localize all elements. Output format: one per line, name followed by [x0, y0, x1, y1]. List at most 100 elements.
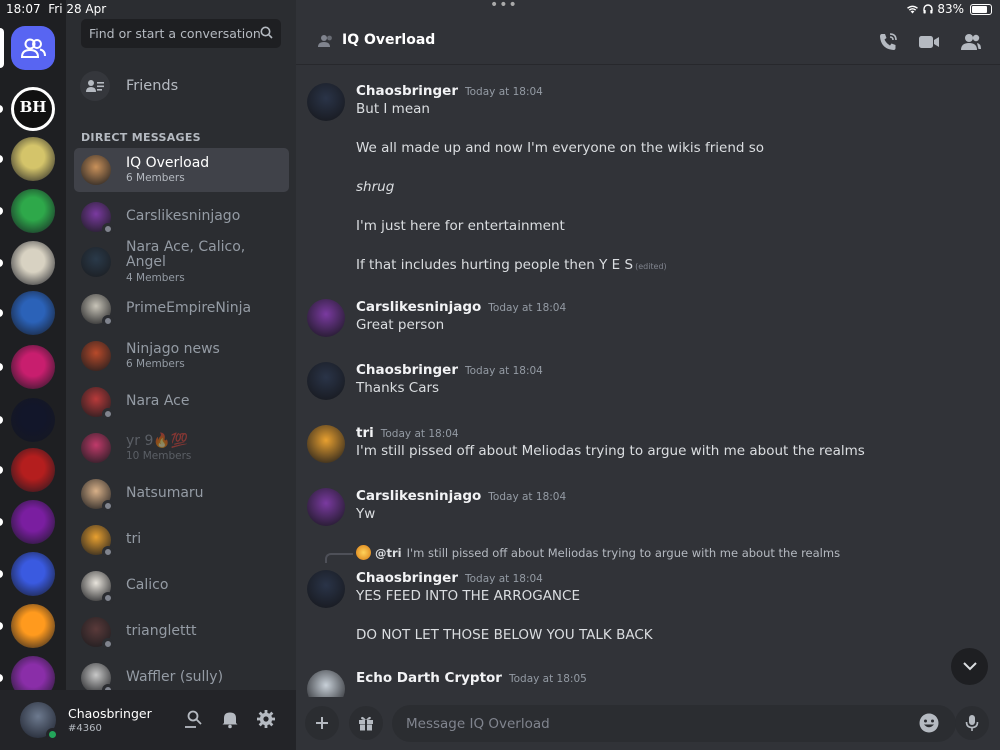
- message-input[interactable]: [392, 705, 956, 742]
- dm-avatar: [81, 617, 114, 650]
- author-name[interactable]: Chaosbringer: [356, 570, 458, 586]
- group-dm-icon: [318, 35, 332, 47]
- server-icon[interactable]: [11, 552, 55, 596]
- message-avatar[interactable]: [307, 362, 345, 400]
- author-name[interactable]: Echo Darth Cryptor: [356, 670, 502, 686]
- status-bar: 18:07 Fri 28 Apr ••• 83%: [0, 0, 1000, 20]
- dm-name: Carslikesninjago: [126, 208, 241, 225]
- message-author[interactable]: Chaosbringer Today at 18:04: [356, 570, 543, 586]
- server-rail: BH: [0, 0, 66, 750]
- user-search-icon[interactable]: [184, 709, 204, 729]
- author-name[interactable]: Carslikesninjago: [356, 488, 481, 504]
- dm-item[interactable]: Carslikesninjago: [74, 195, 289, 239]
- video-call-icon[interactable]: [918, 32, 940, 52]
- server-unread-pip: [0, 518, 3, 526]
- dm-name: Calico: [126, 577, 169, 594]
- dm-item[interactable]: tri: [74, 518, 289, 562]
- dm-text: yr 9🔥💯 10 Members: [126, 432, 192, 463]
- reply-connector: [325, 553, 353, 563]
- dm-name: Ninjago news: [126, 340, 220, 357]
- dm-item[interactable]: IQ Overload 6 Members: [74, 148, 289, 192]
- author-name[interactable]: Chaosbringer: [356, 83, 458, 99]
- server-unread-pip: [0, 155, 3, 163]
- message-author[interactable]: tri Today at 18:04: [356, 425, 459, 441]
- settings-gear-icon[interactable]: [256, 709, 276, 729]
- dm-item[interactable]: Calico: [74, 564, 289, 608]
- server-icon[interactable]: BH: [11, 87, 55, 131]
- dm-text: Carslikesninjago: [126, 208, 241, 225]
- status-indicator-icon: [102, 500, 114, 512]
- server-icon[interactable]: [11, 448, 55, 492]
- dm-name: yr 9🔥💯: [126, 432, 189, 449]
- server-icon[interactable]: [11, 500, 55, 544]
- status-right: 83%: [906, 2, 992, 16]
- message-avatar[interactable]: [307, 570, 345, 608]
- message-list[interactable]: Chaosbringer Today at 18:04 But I mean We a…: [296, 65, 1000, 697]
- server-unread-pip: [0, 622, 3, 630]
- server-icon[interactable]: [11, 137, 55, 181]
- jump-to-present-button[interactable]: [951, 648, 988, 685]
- search-bar[interactable]: Find or start a conversation: [81, 19, 281, 48]
- message-timestamp: Today at 18:04: [464, 365, 543, 377]
- dm-member-count: 4 Members: [126, 271, 185, 284]
- message-avatar[interactable]: [307, 425, 345, 463]
- reply-text: I'm still pissed off about Meliodas tryi…: [406, 545, 841, 560]
- dm-member-count: 6 Members: [126, 171, 185, 184]
- server-icon[interactable]: [11, 398, 55, 442]
- dm-name: Waffler (sully): [126, 669, 224, 686]
- dm-text: IQ Overload 6 Members: [126, 155, 209, 185]
- voice-call-icon[interactable]: [878, 32, 898, 52]
- message-avatar[interactable]: [307, 299, 345, 337]
- gift-button[interactable]: [349, 706, 383, 740]
- author-name[interactable]: tri: [356, 425, 374, 441]
- dm-item[interactable]: Ninjago news 6 Members: [74, 334, 289, 378]
- dm-item[interactable]: Natsumaru: [74, 472, 289, 516]
- author-name[interactable]: Chaosbringer: [356, 362, 458, 378]
- battery-icon: [970, 3, 992, 15]
- server-icon[interactable]: [11, 241, 55, 285]
- message-author[interactable]: Chaosbringer Today at 18:04: [356, 83, 543, 99]
- dm-avatar: [81, 341, 111, 371]
- message-avatar[interactable]: [307, 488, 345, 526]
- server-icon[interactable]: [11, 604, 55, 648]
- message-author[interactable]: Carslikesninjago Today at 18:04: [356, 299, 566, 315]
- message-author[interactable]: Echo Darth Cryptor Today at 18:05: [356, 670, 587, 686]
- message-avatar[interactable]: [307, 83, 345, 121]
- notifications-bell-icon[interactable]: [220, 709, 240, 729]
- message-text: Yw: [356, 506, 376, 522]
- dm-item[interactable]: PrimeEmpireNinja: [74, 287, 289, 331]
- add-attachment-button[interactable]: [305, 706, 339, 740]
- multitask-dots-icon[interactable]: •••: [490, 0, 518, 13]
- friends-nav-item[interactable]: Friends: [80, 70, 280, 102]
- dm-panel: Find or start a conversation Friends DIR…: [66, 0, 296, 750]
- dm-text: trianglettt: [126, 623, 196, 639]
- server-unread-pip: [0, 416, 3, 424]
- battery-percent: 83%: [937, 2, 964, 16]
- message-author[interactable]: Carslikesninjago Today at 18:04: [356, 488, 566, 504]
- dm-avatar: [81, 525, 114, 558]
- emoji-picker-icon[interactable]: [918, 712, 940, 734]
- direct-messages-home-button[interactable]: [11, 26, 55, 70]
- server-icon[interactable]: [11, 345, 55, 389]
- dm-text: Natsumaru: [126, 485, 204, 501]
- member-list-icon[interactable]: [960, 32, 982, 52]
- server-icon[interactable]: [11, 291, 55, 335]
- message-author[interactable]: Chaosbringer Today at 18:04: [356, 362, 543, 378]
- message-timestamp: Today at 18:04: [464, 573, 543, 585]
- dm-item[interactable]: Nara Ace, Calico, Angel 4 Members: [74, 239, 289, 284]
- author-name[interactable]: Carslikesninjago: [356, 299, 481, 315]
- user-avatar[interactable]: [20, 702, 59, 741]
- dm-member-count: 10 Members: [126, 449, 192, 462]
- search-placeholder: Find or start a conversation: [89, 26, 261, 41]
- server-icon[interactable]: [11, 189, 55, 233]
- online-status-icon: [46, 728, 59, 741]
- microphone-icon: [965, 715, 979, 731]
- dm-item[interactable]: yr 9🔥💯 10 Members: [74, 426, 289, 470]
- dm-item[interactable]: trianglettt: [74, 610, 289, 654]
- message-text: DO NOT LET THOSE BELOW YOU TALK BACK: [356, 627, 653, 643]
- user-panel: Chaosbringer #4360: [0, 690, 296, 750]
- message-avatar[interactable]: [307, 670, 345, 697]
- reply-preview[interactable]: @tri I'm still pissed off about Meliodas …: [356, 545, 840, 560]
- dm-item[interactable]: Nara Ace: [74, 380, 289, 424]
- voice-message-button[interactable]: [955, 706, 989, 740]
